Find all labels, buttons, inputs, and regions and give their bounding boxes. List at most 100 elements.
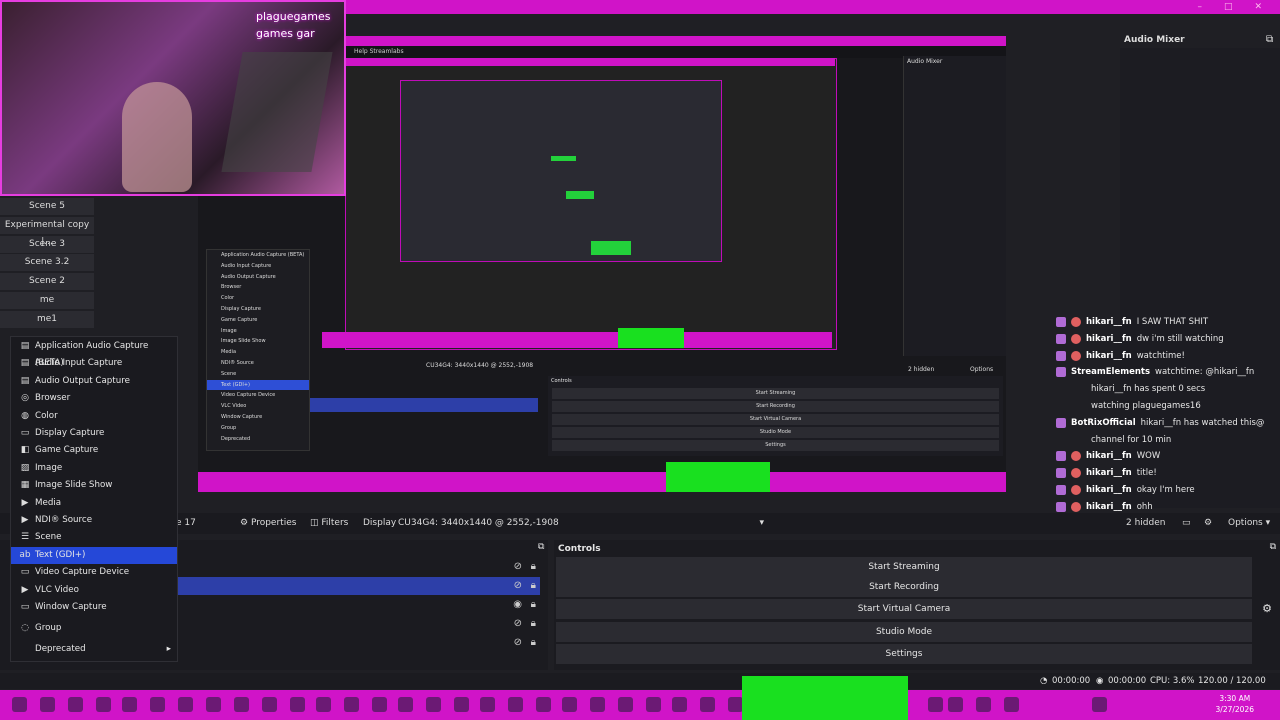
source-row[interactable]: ⊘ 🔒︎	[176, 634, 540, 652]
scene-item[interactable]: Scene 3	[0, 235, 94, 253]
menu-item-video-capture-device[interactable]: ▭ Video Capture Device	[11, 564, 177, 581]
menu-item-scene[interactable]: ☰ Scene	[11, 529, 177, 546]
app-icon[interactable]	[1004, 697, 1019, 712]
app-icon[interactable]	[206, 697, 221, 712]
play-icon: ▶	[21, 584, 29, 595]
close-icon[interactable]: ✕	[1254, 0, 1262, 14]
properties-button[interactable]: ⚙ Properties	[240, 513, 296, 534]
settings-icon[interactable]: ⚙	[1204, 513, 1212, 534]
scene-item[interactable]: Scene 2	[0, 273, 94, 291]
filters-button[interactable]: ◫ Filters	[310, 513, 348, 534]
settings-button[interactable]: Settings	[556, 644, 1252, 664]
app-icon[interactable]	[536, 697, 551, 712]
nested-menu-item: Display Capture	[221, 305, 261, 312]
menu-item-image[interactable]: ▨ Image	[11, 460, 177, 477]
menu-item-deprecated[interactable]: Deprecated ▸	[11, 641, 177, 658]
app-icon[interactable]	[672, 697, 687, 712]
options-menu[interactable]: Options ▾	[1228, 513, 1270, 534]
chat-overlay: hikari__fn I SAW THAT SHIT hikari__fn dw i'…	[1056, 314, 1280, 516]
source-row[interactable]: ⊘ 🔒︎	[176, 615, 540, 633]
start-streaming-button[interactable]: Start Streaming	[556, 557, 1252, 577]
badge-icon	[1056, 468, 1066, 479]
app-icon[interactable]	[68, 697, 83, 712]
app-icon[interactable]	[344, 697, 359, 712]
app-icon[interactable]	[96, 697, 111, 712]
start-recording-button[interactable]: Start Recording	[556, 577, 1252, 597]
scene-item[interactable]: Scene 3.2	[0, 254, 94, 272]
app-icon[interactable]	[562, 697, 577, 712]
menu-item-audio-input-capture[interactable]: ▤ Audio Input Capture	[11, 355, 177, 372]
app-icon[interactable]	[728, 697, 743, 712]
app-icon[interactable]	[290, 697, 305, 712]
badge-icon	[1056, 317, 1066, 327]
app-icon[interactable]	[426, 697, 441, 712]
menu-item-window-capture[interactable]: ▭ Window Capture	[11, 599, 177, 616]
menu-item-browser[interactable]: ◎ Browser	[11, 390, 177, 407]
source-row[interactable]: ◉ 🔒︎	[176, 596, 540, 614]
maximize-icon[interactable]: □	[1224, 0, 1233, 14]
source-row[interactable]: ⊘ 🔒︎	[176, 577, 540, 595]
app-icon[interactable]	[122, 697, 137, 712]
dock-icon[interactable]: ⧉	[1266, 34, 1273, 45]
app-icon[interactable]	[508, 697, 523, 712]
scene-item[interactable]: Experimental copy |...	[0, 216, 94, 247]
app-icon[interactable]	[618, 697, 633, 712]
app-icon[interactable]	[646, 697, 661, 712]
scene-item[interactable]: me1	[0, 310, 94, 328]
app-icon[interactable]	[178, 697, 193, 712]
menu-item-text-gdi[interactable]: ab Text (GDI+)	[11, 546, 177, 565]
scene-item[interactable]: Scene 5	[0, 198, 94, 215]
eye-icon[interactable]: ◉	[513, 599, 522, 610]
menu-item-group[interactable]: ◌ Group	[11, 620, 177, 637]
eye-off-icon[interactable]: ⊘	[514, 580, 522, 591]
minimize-icon[interactable]: –	[1197, 0, 1202, 14]
app-icon[interactable]	[372, 697, 387, 712]
app-icon[interactable]	[398, 697, 413, 712]
app-icon[interactable]	[150, 697, 165, 712]
lock-icon[interactable]: 🔒︎	[531, 580, 536, 591]
app-icon[interactable]	[948, 697, 963, 712]
app-icon[interactable]	[480, 697, 495, 712]
menu-item-color[interactable]: ◍ Color	[11, 408, 177, 425]
clock[interactable]: 3:30 AM 3/27/2026	[1216, 693, 1254, 715]
menu-item-audio-output-capture[interactable]: ▤ Audio Output Capture	[11, 373, 177, 390]
dock-icon[interactable]: ⧉	[1270, 542, 1276, 552]
menu-item-ndi-source[interactable]: ▶ NDI® Source	[11, 512, 177, 529]
app-icon[interactable]	[262, 697, 277, 712]
menu-item-vlc-video[interactable]: ▶ VLC Video	[11, 582, 177, 599]
studio-mode-button[interactable]: Studio Mode	[556, 622, 1252, 642]
start-virtual-camera-button[interactable]: Start Virtual Camera	[556, 599, 1252, 619]
eye-off-icon[interactable]: ⊘	[514, 618, 522, 629]
lock-icon[interactable]: 🔒︎	[531, 618, 536, 629]
menu-item-game-capture[interactable]: ◧ Game Capture	[11, 442, 177, 459]
app-icon[interactable]	[700, 697, 715, 712]
nested-menu-item: Audio Input Capture	[221, 262, 272, 269]
app-icon[interactable]	[316, 697, 331, 712]
menu-item-application-audio-capture-beta[interactable]: ▤ Application Audio Capture (BETA)	[11, 338, 177, 368]
dock-icon[interactable]: ⧉	[538, 542, 544, 552]
lock-icon[interactable]: 🔒︎	[531, 561, 536, 572]
play-icon: ▶	[21, 515, 29, 525]
nested-context-menu: Application Audio Capture (BETA) Audio In…	[206, 249, 310, 451]
app-icon[interactable]	[928, 697, 943, 712]
eye-off-icon[interactable]: ⊘	[514, 561, 522, 572]
search-icon[interactable]	[40, 697, 55, 712]
lock-icon[interactable]: 🔒︎	[531, 637, 536, 648]
windows-start-icon[interactable]	[12, 697, 27, 712]
nested-display-label: CU34G4: 3440x1440 @ 2552,-1908	[426, 362, 534, 369]
lock-icon[interactable]: 🔒︎	[531, 599, 536, 610]
app-icon[interactable]	[976, 697, 991, 712]
app-icon[interactable]	[234, 697, 249, 712]
layout-icon[interactable]: ▭	[1182, 513, 1191, 534]
scene-item[interactable]: me	[0, 291, 94, 309]
source-row[interactable]: ⊘ 🔒︎	[176, 558, 540, 576]
display-select[interactable]: CU34G4: 3440x1440 @ 2552,-1908 ▾	[398, 513, 768, 534]
app-icon[interactable]	[590, 697, 605, 712]
gear-icon[interactable]: ⚙	[1262, 602, 1272, 615]
app-icon[interactable]	[454, 697, 469, 712]
menu-item-image-slide-show[interactable]: ▦ Image Slide Show	[11, 477, 177, 494]
eye-off-icon[interactable]: ⊘	[514, 637, 522, 648]
menu-item-media[interactable]: ▶ Media	[11, 495, 177, 512]
menu-item-display-capture[interactable]: ▭ Display Capture	[11, 425, 177, 442]
app-icon[interactable]	[1092, 697, 1107, 712]
